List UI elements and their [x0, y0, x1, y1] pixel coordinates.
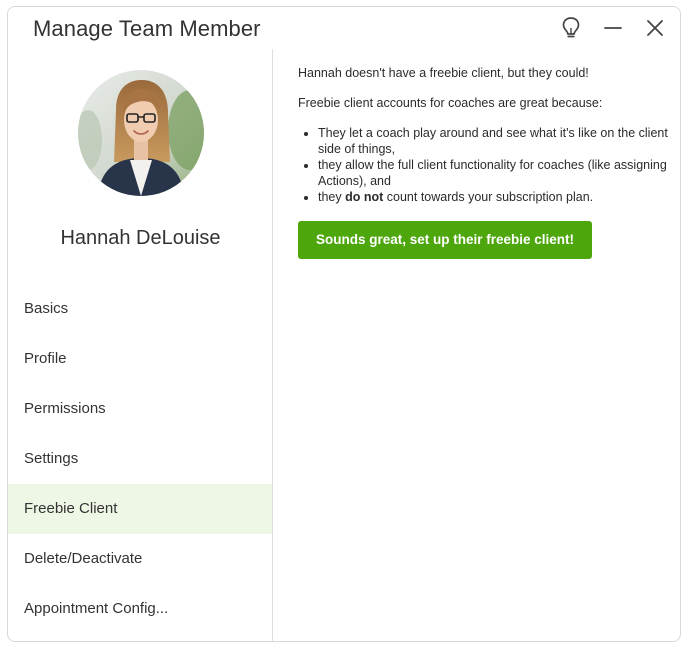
sidebar-item-basics[interactable]: Basics	[8, 284, 272, 334]
manage-team-member-dialog: Manage Team Member Hannah DeLouise Basic…	[7, 6, 681, 642]
sidebar-item-delete-deactivate[interactable]: Delete/Deactivate	[8, 534, 272, 584]
bullet-emphasis: do not	[345, 190, 384, 204]
sidebar: Hannah DeLouise Basics Profile Permissio…	[8, 49, 273, 641]
dialog-titlebar: Manage Team Member	[8, 7, 680, 49]
sidebar-item-freebie-client[interactable]: Freebie Client	[8, 484, 272, 534]
sidebar-item-settings[interactable]: Settings	[8, 434, 272, 484]
sidebar-nav: Basics Profile Permissions Settings Free…	[8, 284, 272, 634]
list-item: they do not count towards your subscript…	[318, 189, 668, 205]
sidebar-item-permissions[interactable]: Permissions	[8, 384, 272, 434]
setup-freebie-client-button[interactable]: Sounds great, set up their freebie clien…	[298, 221, 593, 259]
intro-text: Hannah doesn't have a freebie client, bu…	[298, 66, 589, 80]
minimize-icon[interactable]	[596, 15, 630, 41]
member-name: Hannah DeLouise	[60, 227, 221, 249]
bullet-prefix: they	[318, 190, 346, 204]
dialog-title: Manage Team Member	[33, 16, 261, 41]
lightbulb-icon[interactable]	[554, 15, 588, 41]
sidebar-item-appointment-config[interactable]: Appointment Config...	[8, 584, 272, 634]
list-item: They let a coach play around and see wha…	[318, 125, 668, 157]
sidebar-item-profile[interactable]: Profile	[8, 334, 272, 384]
reasons-list: They let a coach play around and see wha…	[298, 125, 668, 205]
reasons-heading: Freebie client accounts for coaches are …	[298, 96, 603, 110]
title-actions	[554, 15, 672, 41]
list-item: they allow the full client functionality…	[318, 157, 668, 189]
bullet-suffix: count towards your subscription plan.	[383, 190, 594, 204]
avatar	[78, 70, 204, 196]
avatar-photo	[78, 70, 204, 196]
freebie-client-panel: Hannah doesn't have a freebie client, bu…	[298, 65, 668, 259]
close-icon[interactable]	[638, 15, 672, 41]
